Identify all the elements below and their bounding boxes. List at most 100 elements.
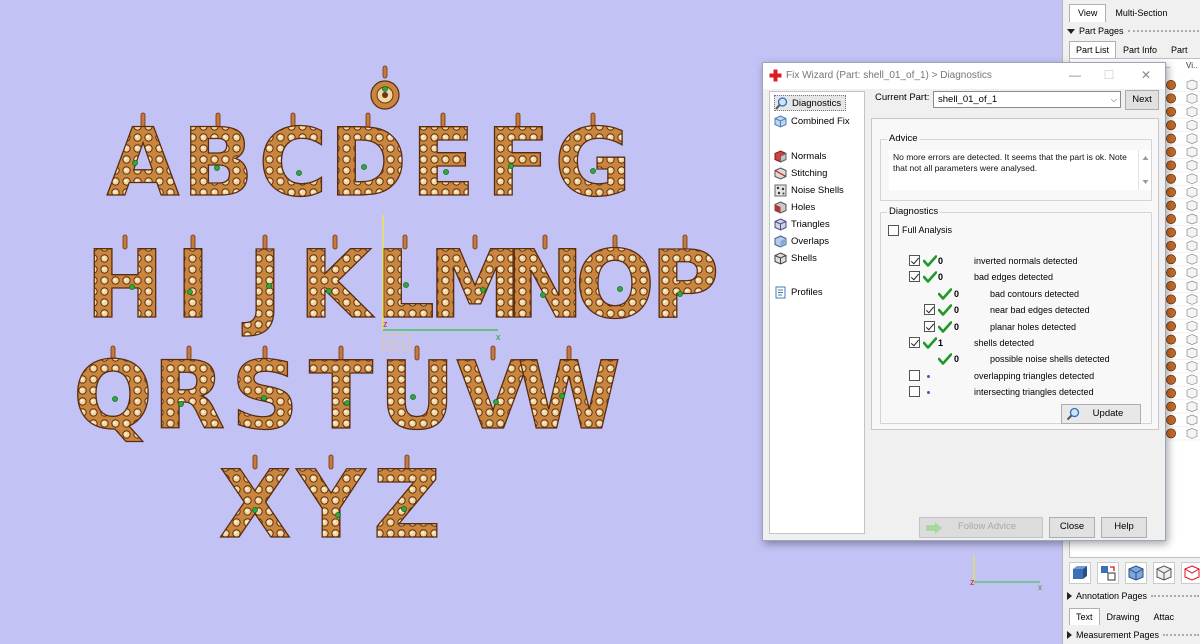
diagnostic-checkbox[interactable]	[924, 304, 935, 316]
minimize-button[interactable]: —	[1063, 66, 1087, 84]
part-color-swatch[interactable]	[1166, 388, 1176, 399]
part-color-swatch[interactable]	[1166, 294, 1176, 305]
part-visibility-icon[interactable]	[1186, 280, 1198, 292]
tab-text[interactable]: Text	[1069, 608, 1100, 625]
part-visibility-icon[interactable]	[1186, 401, 1198, 412]
tab-part-info[interactable]: Part Info	[1116, 41, 1164, 58]
letter-pendant-o[interactable]: O	[574, 230, 655, 340]
ring-part[interactable]	[370, 65, 400, 110]
letter-pendant-r[interactable]: R	[152, 341, 226, 451]
part-color-swatch[interactable]	[1166, 160, 1176, 171]
part-color-swatch[interactable]	[1166, 307, 1176, 318]
nav-diagnostics[interactable]: Diagnostics	[774, 95, 847, 111]
tab-attach[interactable]: Attac	[1147, 608, 1182, 625]
part-color-swatch[interactable]	[1166, 187, 1176, 198]
part-color-swatch[interactable]	[1166, 227, 1176, 238]
nav-shells[interactable]: Shells	[774, 250, 821, 266]
next-button[interactable]: Next	[1125, 90, 1159, 110]
part-color-swatch[interactable]	[1166, 361, 1176, 372]
letter-pendant-w[interactable]: W	[517, 341, 622, 451]
letter-pendant-y[interactable]: Y	[295, 450, 366, 560]
part-visibility-icon[interactable]	[1186, 374, 1198, 386]
close-button[interactable]: Close	[1049, 517, 1095, 538]
part-color-swatch[interactable]	[1166, 401, 1176, 412]
nav-normals[interactable]: Normals	[774, 148, 830, 164]
part-color-swatch[interactable]	[1166, 348, 1176, 358]
part-visibility-icon[interactable]	[1186, 253, 1198, 265]
nav-overlaps[interactable]: Overlaps	[774, 233, 833, 249]
part-visibility-icon[interactable]	[1186, 347, 1198, 359]
part-color-swatch[interactable]	[1166, 173, 1176, 184]
part-visibility-icon[interactable]	[1186, 414, 1198, 426]
full-analysis-checkbox[interactable]	[888, 225, 899, 236]
letter-pendant-c[interactable]: C	[258, 108, 328, 218]
part-color-swatch[interactable]	[1166, 93, 1176, 104]
part-color-swatch[interactable]	[1166, 106, 1176, 117]
part-visibility-icon[interactable]	[1186, 320, 1198, 332]
part-visibility-icon[interactable]	[1186, 186, 1198, 198]
help-button[interactable]: Help	[1101, 517, 1147, 538]
part-visibility-icon[interactable]	[1186, 428, 1198, 439]
part-visibility-icon[interactable]	[1186, 200, 1198, 211]
part-color-swatch[interactable]	[1166, 80, 1176, 90]
letter-pendant-j[interactable]: J	[241, 230, 283, 340]
part-visibility-icon[interactable]	[1186, 361, 1198, 372]
letter-pendant-p[interactable]: P	[650, 230, 720, 340]
swap-icon[interactable]	[1097, 562, 1119, 584]
follow-advice-button[interactable]: Follow Advice	[919, 517, 1043, 538]
nav-stitching[interactable]: Stitching	[774, 165, 831, 181]
diagnostic-checkbox[interactable]	[924, 320, 935, 332]
letter-pendant-u[interactable]: U	[378, 341, 456, 451]
maximize-button[interactable]: ☐	[1097, 66, 1121, 84]
part-color-swatch[interactable]	[1166, 214, 1176, 224]
letter-pendant-f[interactable]: F	[485, 108, 551, 218]
part-visibility-icon[interactable]	[1186, 146, 1198, 158]
part-visibility-icon[interactable]	[1186, 334, 1198, 345]
letter-pendant-t[interactable]: T	[308, 341, 373, 451]
part-color-swatch[interactable]	[1166, 374, 1176, 385]
diagnostic-checkbox[interactable]	[909, 337, 920, 348]
part-visibility-icon[interactable]	[1186, 119, 1198, 131]
part-visibility-icon[interactable]	[1186, 160, 1198, 171]
tab-part[interactable]: Part	[1164, 41, 1195, 58]
part-color-swatch[interactable]	[1166, 334, 1176, 345]
part-visibility-icon[interactable]	[1186, 267, 1198, 278]
part-color-swatch[interactable]	[1166, 147, 1176, 157]
letter-pendant-g[interactable]: G	[554, 108, 632, 218]
letter-pendant-a[interactable]: A	[106, 108, 180, 218]
solid-view-icon[interactable]	[1069, 562, 1091, 584]
nav-triangles[interactable]: Triangles	[774, 216, 834, 232]
update-button[interactable]: Update	[1061, 404, 1141, 424]
letter-pendant-q[interactable]: Q	[72, 341, 153, 451]
measurement-pages-header[interactable]: Measurement Pages	[1067, 628, 1199, 642]
letter-pendant-z[interactable]: Z	[372, 450, 441, 560]
part-visibility-icon[interactable]	[1186, 307, 1198, 319]
part-color-swatch[interactable]	[1166, 428, 1176, 439]
diagnostic-checkbox[interactable]	[909, 271, 920, 283]
tab-part-list[interactable]: Part List	[1069, 41, 1117, 58]
part-visibility-icon[interactable]	[1186, 79, 1198, 91]
letter-pendant-k[interactable]: K	[298, 230, 375, 340]
nav-holes[interactable]: Holes	[774, 199, 819, 215]
diagnostic-checkbox[interactable]	[909, 386, 920, 398]
nav-combined-fix[interactable]: Combined Fix	[774, 113, 854, 129]
part-color-swatch[interactable]	[1166, 321, 1176, 332]
letter-pendant-d[interactable]: D	[328, 108, 407, 218]
part-color-swatch[interactable]	[1166, 415, 1176, 425]
letter-pendant-i[interactable]: I	[175, 230, 211, 340]
current-part-select[interactable]: shell_01_of_1 ⌵	[933, 91, 1121, 108]
letter-pendant-h[interactable]: H	[85, 230, 165, 340]
cube-outline-icon[interactable]	[1181, 562, 1200, 584]
part-color-swatch[interactable]	[1166, 133, 1176, 144]
part-pages-header[interactable]: Part Pages	[1067, 24, 1199, 38]
part-visibility-icon[interactable]	[1186, 106, 1198, 118]
diagnostic-checkbox[interactable]	[909, 369, 920, 381]
letter-pendant-b[interactable]: B	[182, 108, 255, 218]
part-color-swatch[interactable]	[1166, 281, 1176, 291]
tab-view[interactable]: View	[1069, 4, 1107, 22]
letter-pendant-e[interactable]: E	[410, 108, 476, 218]
annotation-pages-header[interactable]: Annotation Pages	[1067, 589, 1199, 603]
part-visibility-icon[interactable]	[1186, 93, 1198, 104]
part-color-swatch[interactable]	[1166, 200, 1176, 211]
advice-scrollbar[interactable]	[1138, 150, 1151, 190]
